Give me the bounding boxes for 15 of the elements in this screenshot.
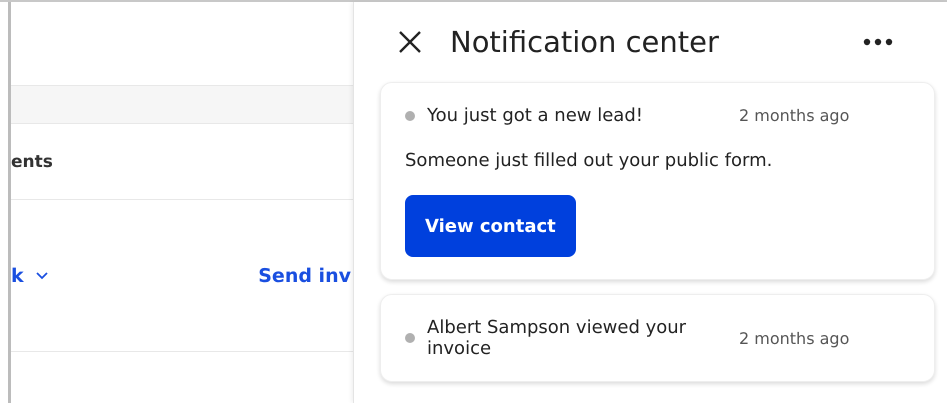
notification-time: 2 months ago — [739, 106, 850, 125]
more-options-icon[interactable] — [863, 38, 893, 46]
dropdown-label[interactable]: k — [11, 264, 24, 286]
notification-time: 2 months ago — [739, 328, 850, 348]
panel-title: Notification center — [450, 25, 720, 59]
notification-message: Someone just filled out your public form. — [405, 150, 774, 171]
notification-title: Albert Sampson viewed your invoice — [427, 317, 688, 359]
status-dot — [405, 110, 415, 120]
section-heading: ents — [11, 152, 53, 172]
view-contact-button[interactable]: View contact — [405, 195, 576, 257]
send-invoice-link[interactable]: Send inv — [258, 264, 351, 286]
status-dot — [405, 333, 415, 343]
notification-title: You just got a new lead! — [427, 105, 644, 126]
close-icon[interactable] — [398, 30, 422, 54]
chevron-down-icon[interactable] — [36, 272, 48, 280]
